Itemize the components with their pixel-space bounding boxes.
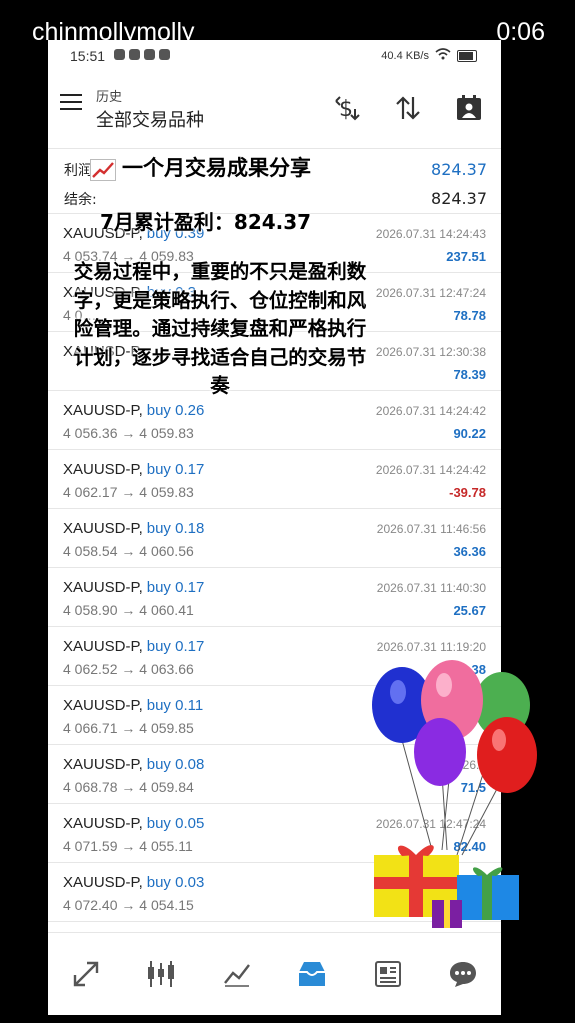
overlay-subtitle: 7月累计盈利：824.37	[100, 210, 312, 234]
battery-icon	[457, 49, 477, 62]
trade-prices: 4 056.36 → 4 059.83	[63, 425, 194, 441]
trade-prices: 4 062.17 → 4 059.83	[63, 484, 194, 500]
trade-prices: 4 058.54 → 4 060.56	[63, 543, 194, 559]
news-icon[interactable]	[365, 951, 411, 997]
trade-side: buy 0.26	[146, 402, 205, 419]
trade-profit: 78.39	[453, 367, 486, 382]
trade-prices: 4 066.71 → 4 059.85	[63, 720, 194, 736]
trade-date: 2026.07.31 14:24:43	[375, 227, 486, 241]
notification-icons	[114, 49, 170, 60]
trade-side: buy 0.18	[146, 520, 205, 537]
trade-prices: 4 071.59 → 4 055.11	[63, 838, 193, 854]
trade-prices: 4 072.40 → 4 054.15	[63, 897, 194, 913]
trade-symbol: XAUUSD-P, buy 0.08	[63, 756, 204, 773]
overlay-body: 交易过程中，重要的不只是盈利数字，更是策略执行、仓位控制和风险管理。通过持续复盘…	[73, 260, 367, 397]
trade-date: 2026.07.31 12:47:24	[375, 286, 486, 300]
trade-profit: -39.78	[449, 485, 486, 500]
bottom-nav	[48, 932, 501, 1015]
svg-text:$: $	[339, 97, 353, 121]
trade-row[interactable]: XAUUSD-P, buy 0.17 4 058.90 → 4 060.41 2026…	[48, 568, 501, 627]
trade-side: buy 0.03	[146, 874, 205, 891]
trade-date: 2026.07.31 14:24:42	[375, 463, 486, 477]
symbol-text: XAUUSD-P,	[63, 638, 143, 655]
calendar-person-icon[interactable]	[453, 92, 485, 124]
sort-arrows-icon[interactable]	[392, 92, 424, 124]
trade-symbol: XAUUSD-P, buy 0.17	[63, 579, 204, 596]
symbol-text: XAUUSD-P,	[63, 579, 143, 596]
trade-symbol: XAUUSD-P, buy 0.18	[63, 520, 204, 537]
symbol-text: XAUUSD-P,	[63, 461, 143, 478]
chat-icon[interactable]	[440, 951, 486, 997]
toolbar-title[interactable]: 全部交易品种	[96, 106, 204, 132]
trade-side: buy 0.17	[146, 461, 205, 478]
trade-profit: 90.22	[453, 426, 486, 441]
trade-symbol: XAUUSD-P, buy 0.11	[63, 697, 203, 714]
trade-prices: 4 058.90 → 4 060.41	[63, 602, 194, 618]
trade-date: 2026.07.31 11:40:30	[376, 581, 486, 595]
symbol-text: XAUUSD-P,	[63, 756, 143, 773]
trade-date: 2026.07.31 11:46:56	[376, 522, 486, 536]
trade-profit: 36.36	[453, 544, 486, 559]
top-toolbar: 历史 全部交易品种 $	[48, 72, 501, 149]
trade-symbol: XAUUSD-P, buy 0.17	[63, 638, 204, 655]
status-time: 15:51	[70, 48, 106, 64]
toolbar-subtitle: 历史	[96, 90, 123, 105]
dollar-sort-icon[interactable]: $	[331, 92, 363, 124]
balloons-gift-sticker	[362, 660, 542, 940]
quotes-icon[interactable]	[63, 951, 109, 997]
trade-date: 2026.07.31 14:24:42	[375, 404, 486, 418]
chart-candles-icon[interactable]	[138, 951, 184, 997]
balance-label: 结余:	[64, 192, 97, 208]
chart-increasing-emoji-icon	[90, 159, 116, 181]
balance-value: 824.37	[431, 189, 487, 208]
wifi-icon	[435, 48, 451, 63]
trade-icon[interactable]	[214, 951, 260, 997]
overlay-title-text: 一个月交易成果分享	[122, 156, 311, 180]
trade-profit: 237.51	[446, 249, 486, 264]
symbol-text: XAUUSD-P,	[63, 520, 143, 537]
overlay-title: 一个月交易成果分享	[90, 152, 311, 182]
trade-side: buy 0.11	[146, 697, 204, 714]
trade-symbol: XAUUSD-P, buy 0.26	[63, 402, 204, 419]
history-icon[interactable]	[289, 951, 335, 997]
trade-side: buy 0.05	[146, 815, 205, 832]
symbol-text: XAUUSD-P,	[63, 697, 143, 714]
system-icons: 40.4 KB/s	[381, 48, 477, 63]
trade-prices: 4 068.78 → 4 059.84	[63, 779, 194, 795]
trade-date: 2026.07.31 12:30:38	[375, 345, 486, 359]
trade-prices: 4 062.52 → 4 063.66	[63, 661, 194, 677]
trade-symbol: XAUUSD-P, buy 0.17	[63, 461, 204, 478]
trade-side: buy 0.17	[146, 638, 205, 655]
trade-row[interactable]: XAUUSD-P, buy 0.17 4 062.17 → 4 059.83 2026…	[48, 450, 501, 509]
profit-value: 824.37	[431, 160, 487, 179]
symbol-text: XAUUSD-P,	[63, 815, 143, 832]
status-bar: 15:51 40.4 KB/s	[48, 40, 501, 72]
trade-date: 2026.07.31 11:19:20	[376, 640, 486, 654]
trade-symbol: XAUUSD-P, buy 0.05	[63, 815, 204, 832]
symbol-text: XAUUSD-P,	[63, 402, 143, 419]
trade-profit: 78.78	[453, 308, 486, 323]
network-speed: 40.4 KB/s	[381, 49, 429, 62]
trade-side: buy 0.08	[146, 756, 205, 773]
trade-symbol: XAUUSD-P, buy 0.03	[63, 874, 204, 891]
story-time: 0:06	[496, 18, 545, 46]
trade-row[interactable]: XAUUSD-P, buy 0.18 4 058.54 → 4 060.56 2026…	[48, 509, 501, 568]
menu-icon[interactable]	[60, 94, 82, 112]
trade-side: buy 0.17	[146, 579, 205, 596]
symbol-text: XAUUSD-P,	[63, 874, 143, 891]
trade-profit: 25.67	[453, 603, 486, 618]
